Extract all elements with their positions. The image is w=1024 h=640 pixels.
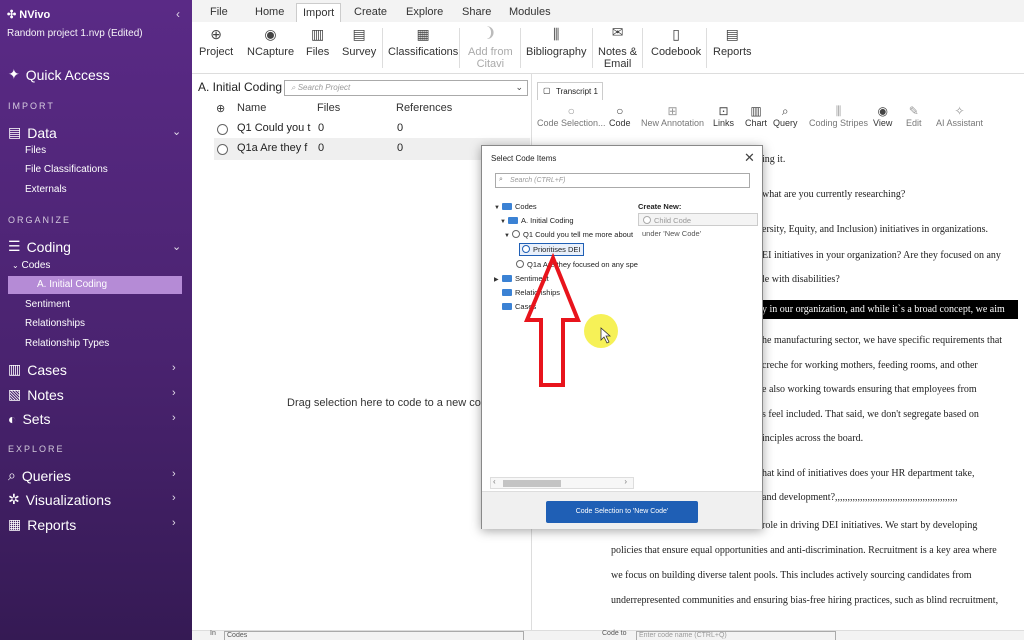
red-arrow-annotation — [523, 252, 581, 387]
annotation-overlay — [523, 252, 618, 387]
